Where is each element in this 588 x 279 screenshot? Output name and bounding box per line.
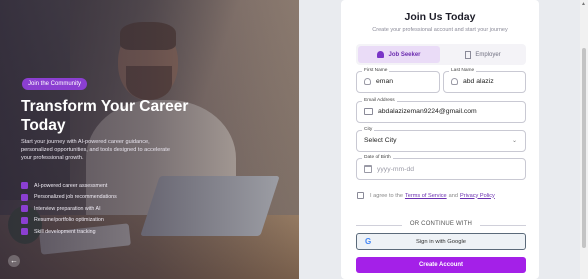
feature-list: AI-powered career assessment Personalize… [21, 180, 117, 238]
google-signin-label: Sign in with Google [416, 238, 466, 245]
person-icon [451, 78, 458, 85]
check-icon [21, 193, 28, 201]
feature-label: AI-powered career assessment [34, 182, 108, 189]
last-name-field[interactable]: Last Name abd alaziz [443, 68, 526, 93]
last-name-text: abd alaziz [463, 78, 494, 85]
form-subtitle: Create your professional account and sta… [372, 27, 508, 33]
scrollbar[interactable]: ▲ [580, 0, 588, 279]
city-label: City [362, 127, 375, 132]
first-name-field[interactable]: First Name eman [356, 68, 440, 93]
feature-item: AI-powered career assessment [21, 180, 117, 192]
dob-label: Date of Birth [362, 155, 393, 160]
terms-of-service-link[interactable]: Terms of Service [405, 193, 447, 199]
email-label: Email Address [362, 98, 397, 103]
first-name-label: First Name [362, 68, 390, 73]
google-icon: G [365, 237, 372, 246]
feature-item: Personalized job recommendations [21, 192, 117, 204]
person-icon [364, 78, 371, 85]
feature-label: Personalized job recommendations [34, 194, 117, 201]
feature-label: Resume/portfolio optimization [34, 217, 104, 224]
job-seeker-button[interactable]: Job Seeker [358, 46, 440, 63]
scroll-up-icon[interactable]: ▲ [581, 1, 586, 7]
arrow-left-icon[interactable]: ← [8, 255, 20, 267]
check-icon [21, 182, 28, 190]
user-icon [377, 51, 385, 58]
employer-button[interactable]: Employer [442, 46, 524, 63]
first-name-text: eman [376, 78, 394, 85]
app-root: Join the Community Transform Your Career… [0, 0, 588, 279]
calendar-icon [364, 165, 372, 173]
city-value: Select City [364, 137, 397, 144]
signup-form: Join Us Today Create your professional a… [341, 0, 539, 279]
chevron-down-icon: ⌄ [511, 138, 517, 144]
community-badge: Join the Community [22, 78, 88, 90]
divider: OR CONTINUE WITH [356, 221, 526, 229]
feature-item: Interview preparation with AI [21, 203, 117, 215]
terms-row: I agree to the Terms of Service and Priv… [357, 192, 497, 199]
feature-item: Resume/portfolio optimization [21, 215, 117, 227]
job-seeker-label: Job Seeker [388, 51, 421, 58]
dob-field[interactable]: Date of Birth yyyy-mm-dd [356, 155, 526, 180]
dob-value: yyyy-mm-dd [364, 165, 414, 173]
terms-and: and [448, 192, 458, 199]
mail-icon [364, 108, 373, 115]
privacy-policy-link[interactable]: Privacy Policy [460, 193, 495, 199]
email-field[interactable]: Email Address abdalazizeman9224@gmail.co… [356, 98, 526, 123]
feature-item: Skill development tracking [21, 226, 117, 238]
first-name-value: eman [364, 78, 393, 85]
create-account-button[interactable]: Create Account [356, 257, 526, 273]
check-icon [21, 228, 28, 236]
check-icon [21, 205, 28, 213]
last-name-label: Last Name [449, 68, 477, 73]
check-icon [21, 216, 28, 224]
divider-label: OR CONTINUE WITH [409, 221, 473, 227]
feature-label: Skill development tracking [34, 228, 96, 235]
scroll-thumb[interactable] [582, 48, 586, 248]
hero-description: Start your journey with AI-powered caree… [21, 139, 170, 162]
email-text: abdalazizeman9224@gmail.com [378, 108, 477, 115]
dob-placeholder: yyyy-mm-dd [377, 165, 415, 173]
last-name-value: abd alaziz [451, 78, 494, 85]
city-select[interactable]: City Select City ⌄ [356, 127, 526, 152]
hero-title: Transform Your Career Today [21, 98, 189, 134]
terms-checkbox[interactable] [357, 192, 364, 199]
role-switch: Job Seeker Employer [356, 44, 526, 65]
google-signin-button[interactable]: G Sign in with Google [356, 233, 526, 250]
feature-label: Interview preparation with AI [34, 205, 101, 212]
employer-label: Employer [475, 51, 501, 58]
terms-prefix: I agree to the [370, 192, 403, 199]
email-value: abdalazizeman9224@gmail.com [364, 108, 477, 115]
building-icon [465, 50, 472, 59]
hero-panel: Join the Community Transform Your Career… [0, 0, 299, 279]
form-title: Join Us Today [404, 11, 476, 23]
